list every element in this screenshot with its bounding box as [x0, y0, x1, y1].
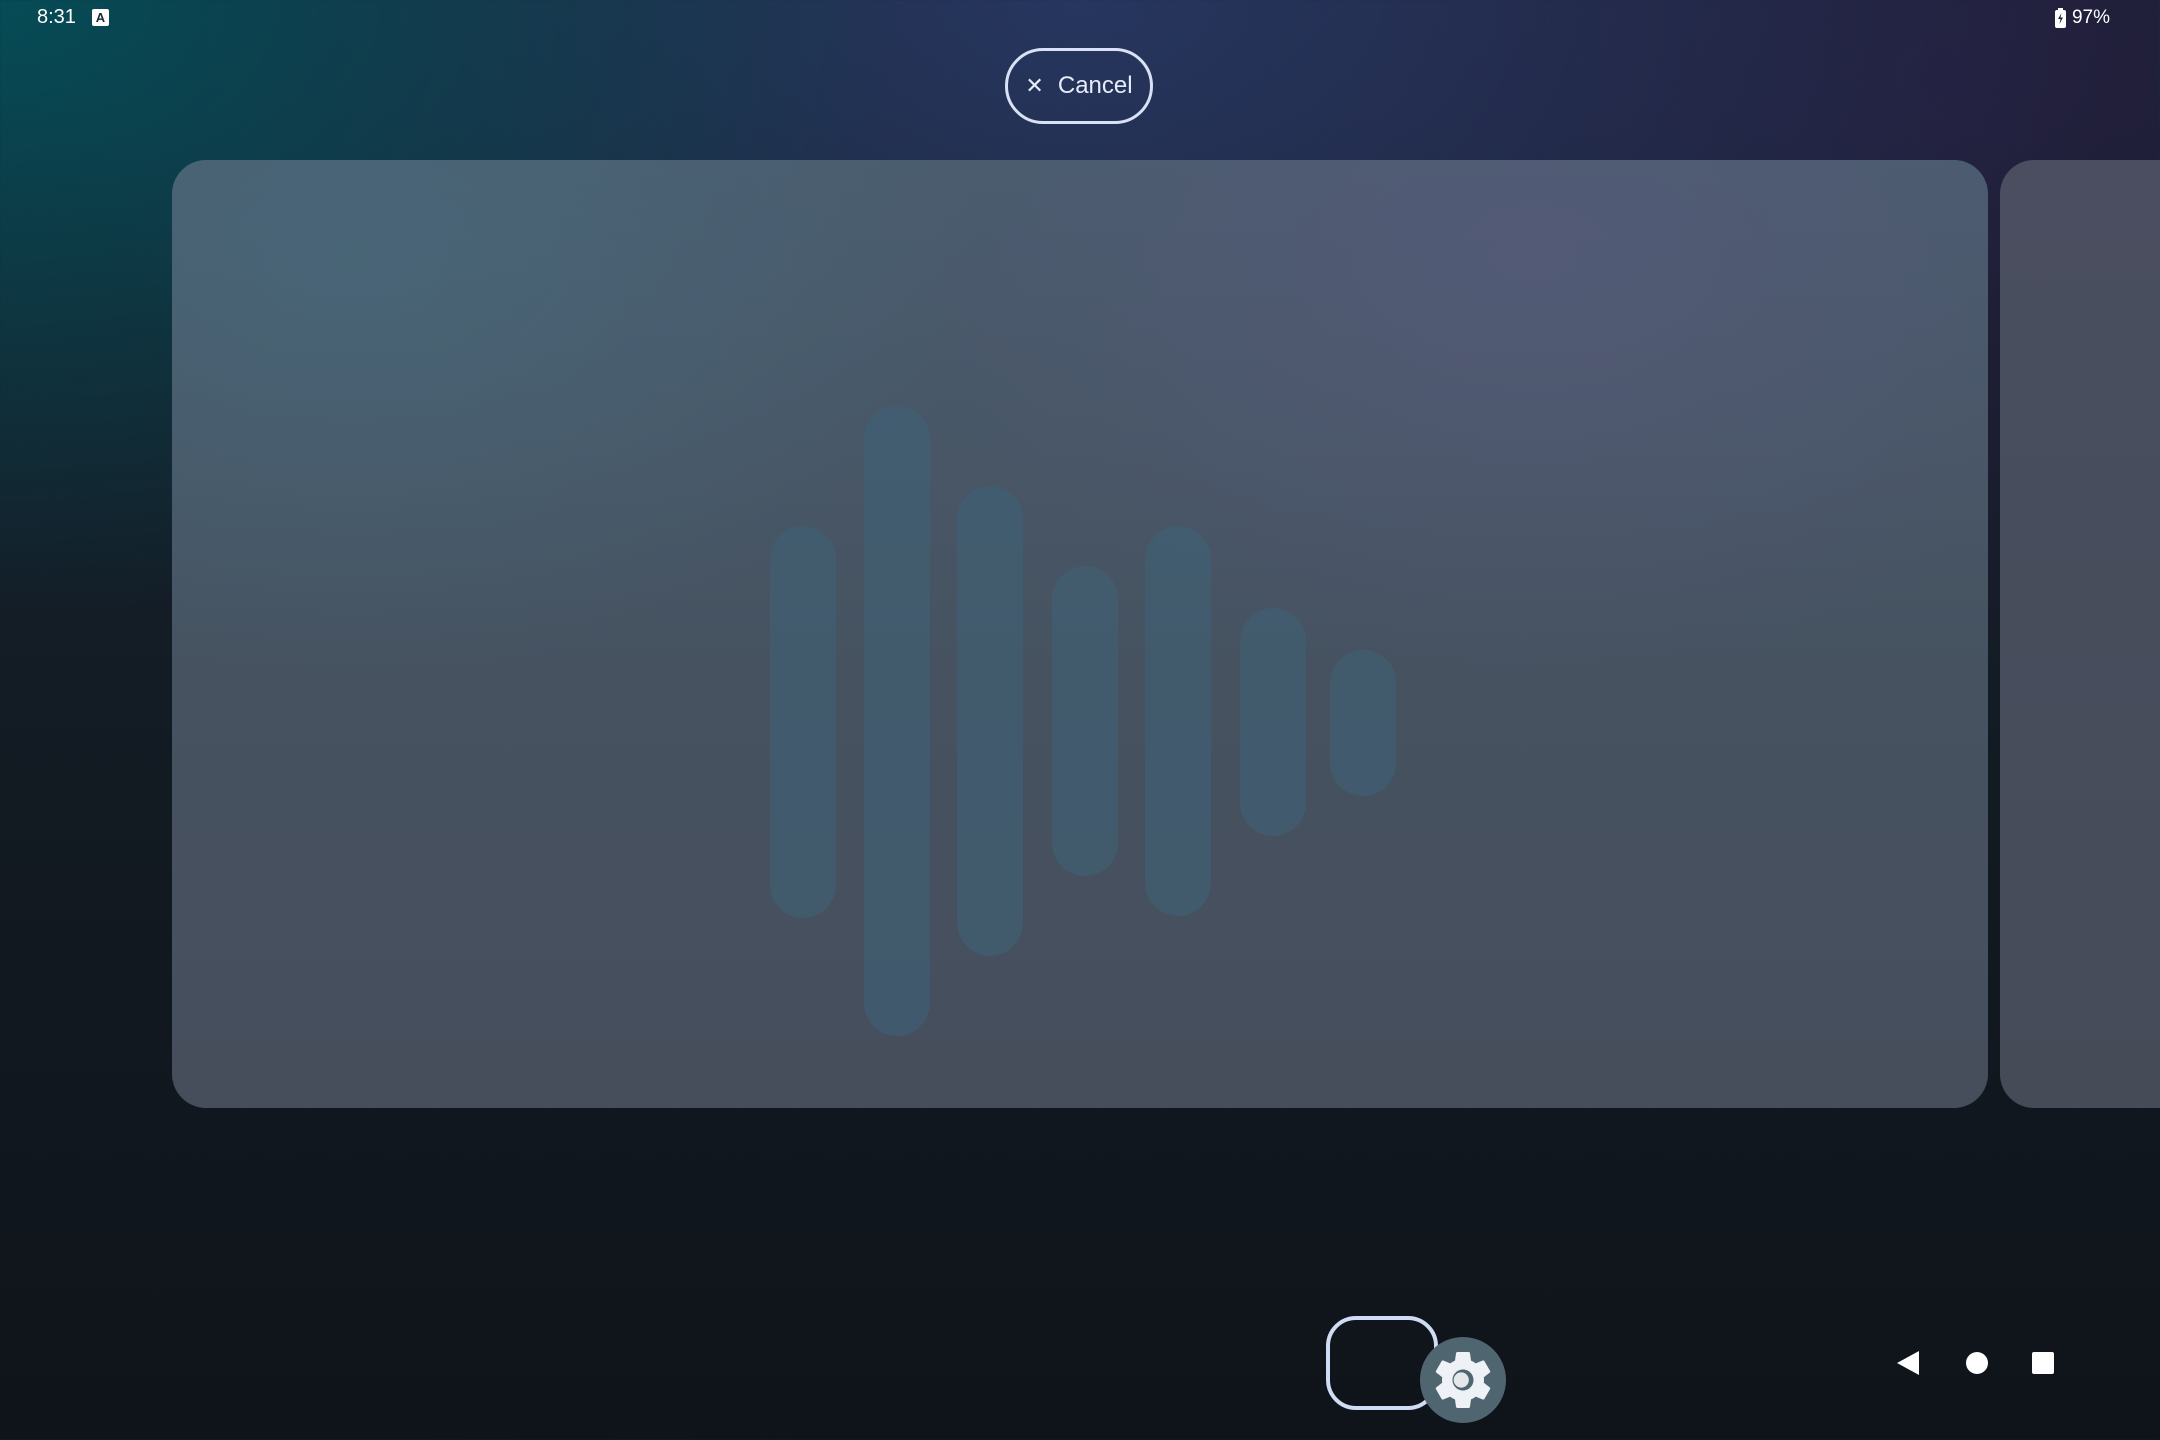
- taskbar-app-placeholder[interactable]: [1326, 1316, 1438, 1410]
- waveform-bar: [957, 486, 1023, 956]
- notification-a-icon: A: [92, 9, 109, 26]
- status-bar: 8:31 A 97%: [0, 0, 2160, 36]
- waveform-bar: [1240, 608, 1306, 836]
- battery-charging-icon: [2054, 8, 2066, 28]
- cancel-label: Cancel: [1057, 72, 1133, 99]
- waveform-bar: [1052, 566, 1118, 876]
- recent-task-card[interactable]: [172, 160, 1988, 1108]
- home-circle-icon[interactable]: [1962, 1348, 1992, 1378]
- battery-status: 97%: [2054, 6, 2110, 30]
- cancel-button[interactable]: ✕ Cancel: [1005, 48, 1153, 124]
- close-icon: ✕: [1025, 73, 1044, 98]
- waveform-bar: [864, 406, 930, 1036]
- back-triangle-icon[interactable]: [1893, 1348, 1923, 1378]
- settings-gear-icon[interactable]: [1420, 1337, 1506, 1423]
- waveform-bar: [770, 526, 836, 918]
- battery-percent: 97%: [2071, 7, 2110, 28]
- recents-square-icon[interactable]: [2028, 1348, 2058, 1378]
- waveform-bar: [1145, 526, 1211, 916]
- waveform-bar: [1330, 650, 1396, 796]
- next-task-card[interactable]: [2000, 160, 2160, 1108]
- status-time: 8:31: [37, 6, 76, 28]
